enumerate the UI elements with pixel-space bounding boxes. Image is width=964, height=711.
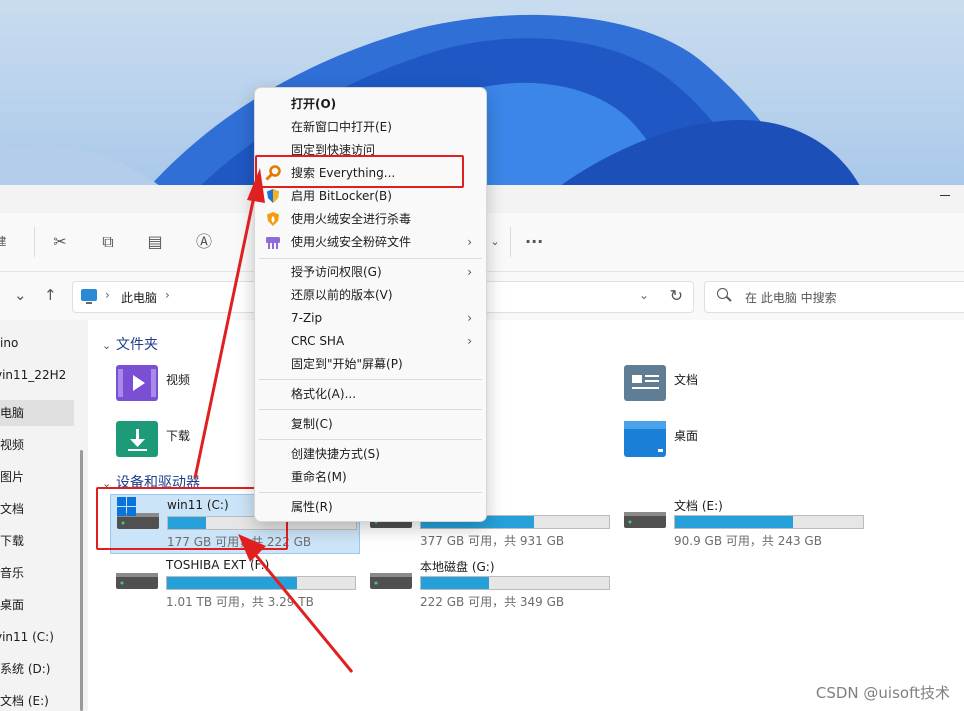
annotation-arrow-up-head xyxy=(247,168,265,203)
watermark: CSDN @uisoft技术 xyxy=(815,684,950,702)
annotation-arrow-up-line xyxy=(193,181,259,479)
annotation-arrow-diag-line xyxy=(248,547,354,673)
annotation-arrow-diag-head xyxy=(238,534,266,562)
annotation-arrows xyxy=(193,168,354,673)
